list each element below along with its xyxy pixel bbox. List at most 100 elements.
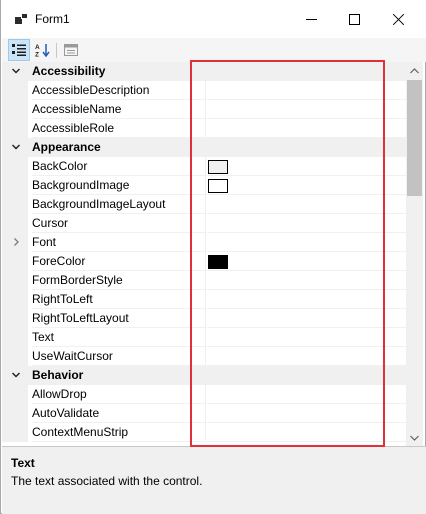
app-icon — [15, 13, 29, 25]
property-value[interactable] — [207, 385, 406, 404]
row-gutter — [2, 385, 28, 404]
category-row-behavior[interactable]: Behavior — [2, 366, 406, 385]
close-button[interactable] — [376, 0, 420, 38]
property-row-backgroundimagelayout[interactable]: BackgroundImageLayout — [2, 195, 406, 214]
svg-text:Z: Z — [35, 52, 39, 58]
property-value[interactable] — [207, 195, 406, 214]
property-row-righttoleft[interactable]: RightToLeft — [2, 290, 406, 309]
property-value[interactable] — [207, 176, 406, 195]
category-label: Behavior — [32, 368, 84, 382]
property-value[interactable] — [207, 119, 406, 138]
property-row-accessiblerole[interactable]: AccessibleRole — [2, 119, 406, 138]
property-row-font[interactable]: Font — [2, 233, 406, 252]
row-gutter — [2, 309, 28, 328]
property-row-contextmenustrip[interactable]: ContextMenuStrip — [2, 423, 406, 442]
property-row-allowdrop[interactable]: AllowDrop — [2, 385, 406, 404]
property-name[interactable]: ForeColor — [32, 252, 206, 271]
color-swatch — [208, 179, 228, 193]
row-gutter — [2, 138, 28, 157]
scroll-down-button[interactable] — [406, 429, 423, 446]
chevron-right-icon — [14, 238, 19, 246]
property-row-backgroundimage[interactable]: BackgroundImage — [2, 176, 406, 195]
chevron-up-icon — [410, 67, 419, 73]
property-name[interactable]: AccessibleName — [32, 100, 206, 119]
property-value[interactable] — [207, 404, 406, 423]
property-row-accessiblename[interactable]: AccessibleName — [2, 100, 406, 119]
title-bar[interactable]: Form1 — [1, 0, 426, 38]
property-row-forecolor[interactable]: ForeColor — [2, 252, 406, 271]
property-value[interactable] — [207, 81, 406, 100]
property-value[interactable] — [207, 271, 406, 290]
property-row-backcolor[interactable]: BackColor — [2, 157, 406, 176]
alphabetical-button[interactable]: A Z — [32, 39, 54, 61]
form1-window: Form1 A Z Accessibility AccessibleDescri… — [0, 0, 426, 514]
vertical-scrollbar[interactable] — [406, 62, 423, 446]
chevron-down-icon — [410, 435, 419, 441]
property-row-righttoleftlayout[interactable]: RightToLeftLayout — [2, 309, 406, 328]
property-name[interactable]: RightToLeft — [32, 290, 206, 309]
categorized-button[interactable] — [8, 39, 30, 61]
row-gutter — [2, 366, 28, 385]
property-name[interactable]: ContextMenuStrip — [32, 423, 206, 442]
chevron-down-icon — [12, 68, 20, 74]
property-row-formborderstyle[interactable]: FormBorderStyle — [2, 271, 406, 290]
chevron-down-icon — [12, 372, 20, 378]
help-title: Text — [11, 456, 35, 470]
property-name[interactable]: Cursor — [32, 214, 206, 233]
property-name[interactable]: Font — [32, 233, 206, 252]
window-title: Form1 — [35, 12, 70, 26]
property-name[interactable]: AutoValidate — [32, 404, 206, 423]
category-row-appearance[interactable]: Appearance — [2, 138, 406, 157]
svg-text:A: A — [35, 44, 40, 51]
row-gutter — [2, 119, 28, 138]
row-gutter — [2, 214, 28, 233]
property-row-cursor[interactable]: Cursor — [2, 214, 406, 233]
category-row-accessibility[interactable]: Accessibility — [2, 62, 406, 81]
property-value[interactable] — [207, 347, 406, 366]
minimize-icon — [305, 18, 317, 20]
row-gutter — [2, 233, 28, 252]
property-name[interactable]: UseWaitCursor — [32, 347, 206, 366]
row-gutter — [2, 290, 28, 309]
property-value[interactable] — [207, 157, 406, 176]
property-value[interactable] — [207, 290, 406, 309]
property-row-usewaitcursor[interactable]: UseWaitCursor — [2, 347, 406, 366]
row-gutter — [2, 252, 28, 271]
chevron-down-icon — [12, 144, 20, 150]
property-name[interactable]: AccessibleRole — [32, 119, 206, 138]
property-name[interactable]: RightToLeftLayout — [32, 309, 206, 328]
row-gutter — [2, 271, 28, 290]
scroll-up-button[interactable] — [406, 62, 423, 79]
categorized-view-icon — [12, 44, 26, 56]
property-name[interactable]: Text — [32, 328, 206, 347]
row-gutter — [2, 81, 28, 100]
property-name[interactable]: FormBorderStyle — [32, 271, 206, 290]
property-grid-toolbar: A Z — [2, 38, 426, 62]
property-value[interactable] — [207, 328, 406, 347]
property-name[interactable]: BackColor — [32, 157, 206, 176]
property-row-autovalidate[interactable]: AutoValidate — [2, 404, 406, 423]
property-value[interactable] — [207, 100, 406, 119]
property-row-text[interactable]: Text — [2, 328, 406, 347]
row-gutter — [2, 347, 28, 366]
row-gutter — [2, 195, 28, 214]
maximize-button[interactable] — [332, 0, 376, 38]
help-description: The text associated with the control. — [11, 474, 203, 488]
property-name[interactable]: BackgroundImage — [32, 176, 206, 195]
color-swatch — [208, 255, 228, 269]
property-name[interactable]: AccessibleDescription — [32, 81, 206, 100]
property-value[interactable] — [207, 309, 406, 328]
property-row-accessibledescription[interactable]: AccessibleDescription — [2, 81, 406, 100]
property-value[interactable] — [207, 423, 406, 442]
scrollbar-thumb[interactable] — [407, 80, 422, 196]
alphabetical-sort-icon: A Z — [35, 44, 50, 58]
property-pages-button[interactable] — [60, 39, 82, 61]
minimize-button[interactable] — [289, 0, 333, 38]
row-gutter — [2, 328, 28, 347]
property-name[interactable]: AllowDrop — [32, 385, 206, 404]
property-value[interactable] — [207, 252, 406, 271]
maximize-icon — [348, 13, 360, 25]
property-name[interactable]: BackgroundImageLayout — [32, 195, 206, 214]
property-value[interactable] — [207, 214, 406, 233]
property-value[interactable] — [207, 233, 406, 252]
